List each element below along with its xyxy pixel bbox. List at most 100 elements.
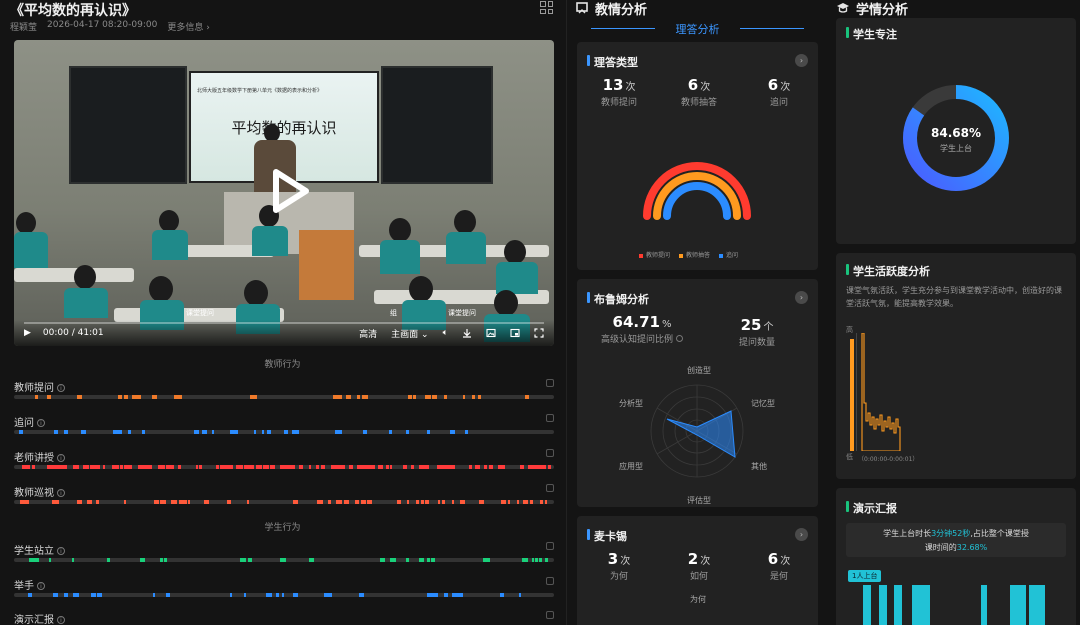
track-checkbox[interactable] bbox=[546, 577, 554, 585]
play-small-icon[interactable]: ▶ bbox=[24, 328, 31, 338]
stat-label: 是何 bbox=[769, 572, 788, 582]
fullscreen-icon[interactable] bbox=[534, 328, 544, 338]
timeline-mark bbox=[256, 465, 262, 469]
track-checkbox[interactable] bbox=[546, 379, 554, 387]
timeline-mark bbox=[173, 500, 177, 504]
stat-teacher-question: 13 次 教师提问 bbox=[593, 75, 645, 108]
timeline-mark bbox=[406, 558, 409, 562]
timeline-mark bbox=[281, 593, 284, 597]
card-title: 理答类型 bbox=[587, 54, 638, 70]
tab-response-analysis[interactable]: 理答分析 bbox=[575, 21, 820, 37]
info-icon[interactable]: i bbox=[37, 419, 45, 427]
track-checkbox[interactable] bbox=[546, 484, 554, 492]
info-icon[interactable]: i bbox=[57, 454, 65, 462]
behavior-timeline[interactable] bbox=[14, 593, 554, 597]
info-icon[interactable]: i bbox=[57, 384, 65, 392]
timeline-mark bbox=[476, 465, 481, 469]
stat-label: 教师提问 bbox=[600, 98, 637, 108]
timeline-mark bbox=[182, 500, 188, 504]
chevron-right-icon: › bbox=[206, 23, 210, 33]
legend-item: 教师抽答 bbox=[679, 250, 710, 259]
timeline-mark bbox=[406, 430, 409, 434]
video-progress-bar[interactable] bbox=[24, 322, 544, 324]
info-icon[interactable]: i bbox=[57, 547, 65, 555]
play-icon[interactable] bbox=[266, 168, 312, 214]
legend-item: 教师提问 bbox=[639, 250, 670, 259]
track-checkbox[interactable] bbox=[546, 414, 554, 422]
timeline-mark bbox=[177, 465, 181, 469]
timeline-mark bbox=[408, 395, 412, 399]
stat-unit: 次 bbox=[700, 82, 711, 93]
behavior-timeline[interactable] bbox=[14, 395, 554, 399]
timeline-mark bbox=[118, 395, 122, 399]
tab-response-label: 理答分析 bbox=[675, 23, 720, 36]
report-bar bbox=[1029, 585, 1045, 625]
more-info-link[interactable]: 更多信息 › bbox=[167, 20, 210, 33]
timeline-mark bbox=[166, 593, 171, 597]
timeline-mark bbox=[280, 558, 286, 562]
timeline-mark bbox=[166, 465, 171, 469]
timeline-mark bbox=[193, 430, 200, 434]
timeline-mark bbox=[299, 465, 303, 469]
card-title: 学生活跃度分析 bbox=[846, 263, 930, 279]
info-icon[interactable]: i bbox=[37, 582, 45, 590]
report-bar bbox=[981, 585, 987, 625]
timeline-mark bbox=[49, 558, 52, 562]
timeline-mark bbox=[159, 500, 166, 504]
timeline-mark bbox=[286, 465, 291, 469]
stat-how: 2次 如何 bbox=[673, 549, 725, 582]
behavior-timeline[interactable] bbox=[14, 465, 554, 469]
track-checkbox[interactable] bbox=[546, 542, 554, 550]
info-icon[interactable]: i bbox=[57, 489, 65, 497]
timeline-mark bbox=[425, 395, 431, 399]
behavior-timeline[interactable] bbox=[14, 558, 554, 562]
timeline-mark bbox=[178, 500, 183, 504]
chart-board-icon bbox=[576, 2, 588, 14]
timeline-mark bbox=[276, 593, 280, 597]
track-checkbox[interactable] bbox=[546, 611, 554, 619]
info-icon[interactable]: i bbox=[57, 616, 65, 624]
quality-button[interactable]: 高清 bbox=[359, 327, 377, 340]
timeline-mark bbox=[106, 558, 111, 562]
timeline-mark bbox=[444, 395, 448, 399]
radar-axis-label: 评估型 bbox=[687, 496, 711, 505]
video-player[interactable]: 北师大版五年级数学下册第八单元《数据的表示和分析》 平均数的再认识 课堂提问 组… bbox=[14, 40, 554, 346]
timeline-mark bbox=[465, 430, 469, 434]
stat-what: 6次 是何 bbox=[753, 549, 805, 582]
student bbox=[409, 276, 433, 302]
chart-label: 为何 bbox=[690, 595, 706, 604]
timeline-mark bbox=[132, 395, 136, 399]
timeline-mark bbox=[291, 430, 296, 434]
behavior-timeline[interactable] bbox=[14, 500, 554, 504]
screenshot-icon[interactable] bbox=[486, 328, 496, 338]
stat-value: 13 bbox=[602, 76, 624, 94]
video-controls: ▶ 00:00 / 41:01 高清 主画面 ⌄ 🔈︎ bbox=[14, 320, 554, 346]
timeline-mark bbox=[339, 465, 342, 469]
timeline-mark bbox=[507, 500, 510, 504]
volume-icon[interactable]: 🔈︎ bbox=[443, 328, 448, 338]
timeline-mark bbox=[438, 465, 445, 469]
timeline-mark bbox=[426, 558, 430, 562]
timeline-mark bbox=[308, 465, 312, 469]
download-icon[interactable] bbox=[462, 328, 472, 338]
timeline-mark bbox=[97, 593, 103, 597]
info-icon[interactable] bbox=[675, 335, 683, 342]
chevron-right-icon[interactable]: › bbox=[795, 291, 808, 304]
behavior-timeline[interactable] bbox=[14, 430, 554, 434]
timeline-mark bbox=[327, 500, 331, 504]
chevron-right-icon[interactable]: › bbox=[795, 528, 808, 541]
timeline-mark bbox=[246, 500, 250, 504]
timeline-mark bbox=[51, 500, 58, 504]
timeline-mark bbox=[421, 500, 425, 504]
timeline-mark bbox=[462, 395, 466, 399]
timeline-mark bbox=[29, 558, 35, 562]
pip-icon[interactable] bbox=[510, 328, 520, 338]
chevron-right-icon[interactable]: › bbox=[795, 54, 808, 67]
activity-chart bbox=[861, 333, 901, 451]
view-select[interactable]: 主画面 ⌄ bbox=[391, 327, 428, 340]
layout-grid-icon[interactable] bbox=[540, 1, 553, 14]
track-checkbox[interactable] bbox=[546, 449, 554, 457]
chevron-down-icon: ⌄ bbox=[421, 329, 429, 340]
student bbox=[446, 232, 486, 264]
graduation-cap-icon bbox=[837, 3, 849, 13]
